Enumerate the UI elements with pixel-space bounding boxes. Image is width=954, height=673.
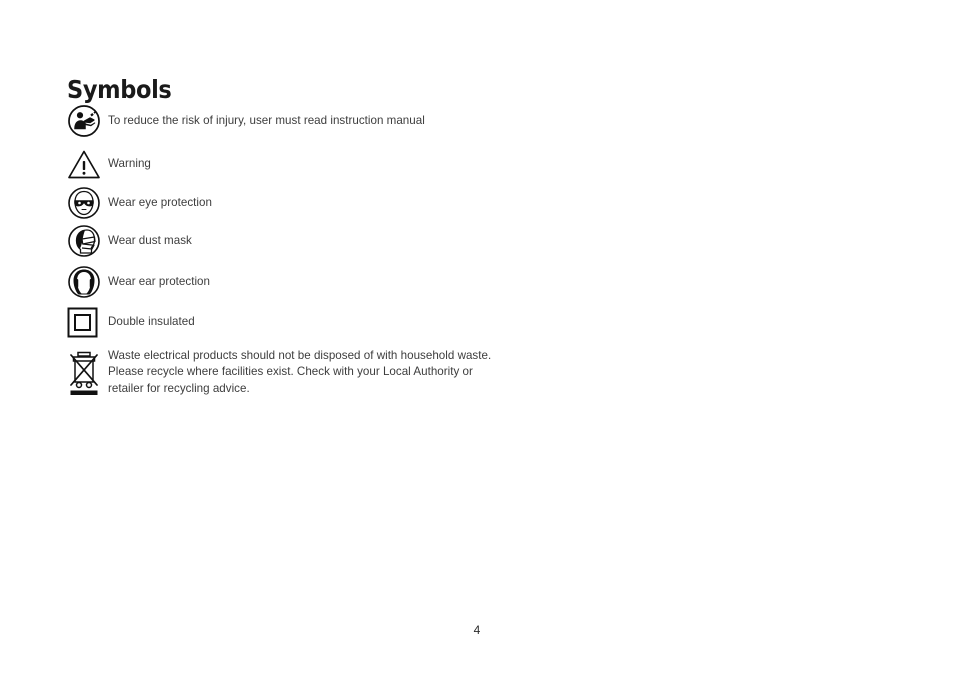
symbol-row: Wear dust mask	[67, 223, 497, 259]
symbol-label: Double insulated	[108, 315, 195, 328]
document-page: Symbols To reduce the risk of injury, us…	[0, 0, 954, 673]
wear-dust-mask-icon	[67, 223, 103, 259]
page-number: 4	[473, 623, 481, 637]
read-instruction-manual-icon	[67, 103, 103, 139]
symbol-label: Wear dust mask	[108, 234, 192, 247]
symbol-row: Waste electrical products should not be …	[67, 347, 497, 397]
wear-eye-protection-icon	[67, 185, 103, 221]
symbol-legend-list: To reduce the risk of injury, user must …	[67, 103, 497, 402]
symbol-label: Waste electrical products should not be …	[108, 349, 492, 395]
double-insulated-icon	[67, 304, 103, 340]
warning-triangle-icon	[67, 146, 103, 182]
page-title: Symbols	[67, 74, 172, 104]
wear-ear-protection-icon	[67, 264, 103, 300]
symbol-row: Warning	[67, 146, 497, 182]
symbol-label: To reduce the risk of injury, user must …	[108, 114, 425, 127]
symbol-row: To reduce the risk of injury, user must …	[67, 103, 497, 139]
symbol-label: Wear ear protection	[108, 275, 210, 288]
symbol-label: Warning	[108, 157, 151, 170]
symbol-label: Wear eye protection	[108, 196, 212, 209]
symbol-row: Wear ear protection	[67, 264, 497, 300]
weee-crossed-out-wheelie-bin-icon	[67, 347, 103, 397]
symbol-row: Wear eye protection	[67, 185, 497, 221]
symbol-row: Double insulated	[67, 304, 497, 340]
